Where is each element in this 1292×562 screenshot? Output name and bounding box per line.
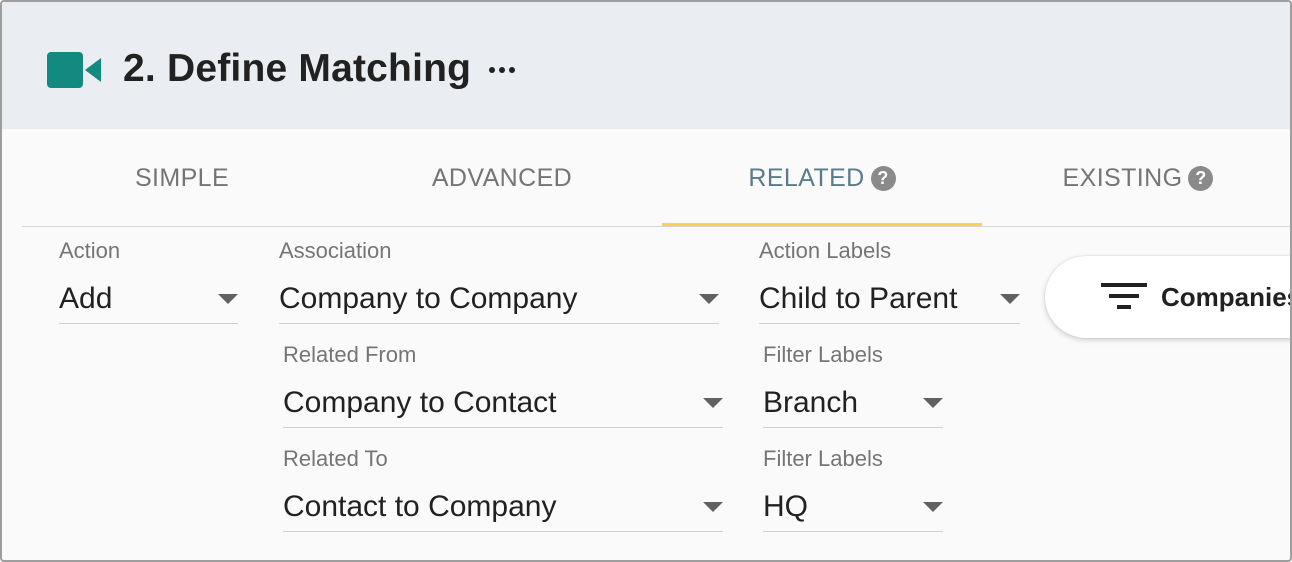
dot xyxy=(509,67,515,73)
action-labels-value: Child to Parent xyxy=(759,282,958,315)
tab-label: RELATED xyxy=(748,163,865,192)
action-labels-field: Action Labels Child to Parent xyxy=(759,238,1020,328)
chevron-down-icon xyxy=(923,398,943,408)
related-from-label: Related From xyxy=(283,342,417,367)
filter-icon xyxy=(1101,283,1147,315)
video-camera-icon xyxy=(47,52,101,88)
chevron-down-icon xyxy=(699,294,719,304)
action-labels-label: Action Labels xyxy=(759,238,892,263)
page-title: 2. Define Matching xyxy=(123,47,472,90)
chevron-down-icon xyxy=(703,502,723,512)
help-icon[interactable]: ? xyxy=(870,165,896,191)
tab-related[interactable]: RELATED ? xyxy=(662,130,982,227)
action-labels-select[interactable]: Child to Parent xyxy=(759,276,1020,324)
dot xyxy=(489,67,495,73)
more-options-icon[interactable] xyxy=(486,54,518,86)
related-from-select[interactable]: Company to Contact xyxy=(283,380,723,428)
tab-existing[interactable]: EXISTING ? xyxy=(982,130,1290,226)
filter-labels-value: Branch xyxy=(763,386,859,419)
tab-label: SIMPLE xyxy=(134,163,230,192)
related-to-field: Related To Contact to Company xyxy=(283,446,723,536)
chevron-down-icon xyxy=(218,294,238,304)
filter-labels-value: HQ xyxy=(763,490,808,523)
app-frame: 2. Define Matching SIMPLE ADVANCED RELAT… xyxy=(0,0,1292,562)
association-field: Association Company to Company xyxy=(279,238,719,328)
filter-labels-label: Filter Labels xyxy=(763,446,883,471)
tab-advanced[interactable]: ADVANCED xyxy=(342,130,662,226)
tab-divider xyxy=(22,226,1290,227)
chevron-down-icon xyxy=(1000,294,1020,304)
filter-bar xyxy=(1101,283,1147,287)
related-to-label: Related To xyxy=(283,446,388,471)
association-label: Association xyxy=(279,238,392,263)
filter-labels-select[interactable]: Branch xyxy=(763,380,943,428)
help-icon[interactable]: ? xyxy=(1188,165,1214,191)
tab-label: ADVANCED xyxy=(431,163,573,192)
action-select[interactable]: Add xyxy=(59,276,238,324)
chevron-down-icon xyxy=(703,398,723,408)
page-header: 2. Define Matching xyxy=(2,2,1290,129)
filter-labels-field-1: Filter Labels Branch xyxy=(763,342,943,432)
tab-simple[interactable]: SIMPLE xyxy=(22,130,342,226)
filter-button-label: Companies xyxy=(1161,282,1292,312)
filter-labels-select[interactable]: HQ xyxy=(763,484,943,532)
companies-filter-button[interactable]: Companies xyxy=(1045,256,1292,338)
action-field: Action Add xyxy=(59,238,238,328)
action-label: Action xyxy=(59,238,121,263)
association-select[interactable]: Company to Company xyxy=(279,276,719,324)
filter-labels-label: Filter Labels xyxy=(763,342,883,367)
action-value: Add xyxy=(59,282,113,315)
filter-bar xyxy=(1109,294,1139,298)
tab-bar: SIMPLE ADVANCED RELATED ? EXISTING ? xyxy=(22,130,1290,227)
dot xyxy=(499,67,505,73)
filter-bar xyxy=(1117,305,1131,309)
related-to-value: Contact to Company xyxy=(283,490,557,523)
related-to-select[interactable]: Contact to Company xyxy=(283,484,723,532)
chevron-down-icon xyxy=(923,502,943,512)
related-from-value: Company to Contact xyxy=(283,386,557,419)
association-value: Company to Company xyxy=(279,282,578,315)
related-from-field: Related From Company to Contact xyxy=(283,342,723,432)
tab-label: EXISTING xyxy=(1062,163,1183,192)
filter-labels-field-2: Filter Labels HQ xyxy=(763,446,943,536)
